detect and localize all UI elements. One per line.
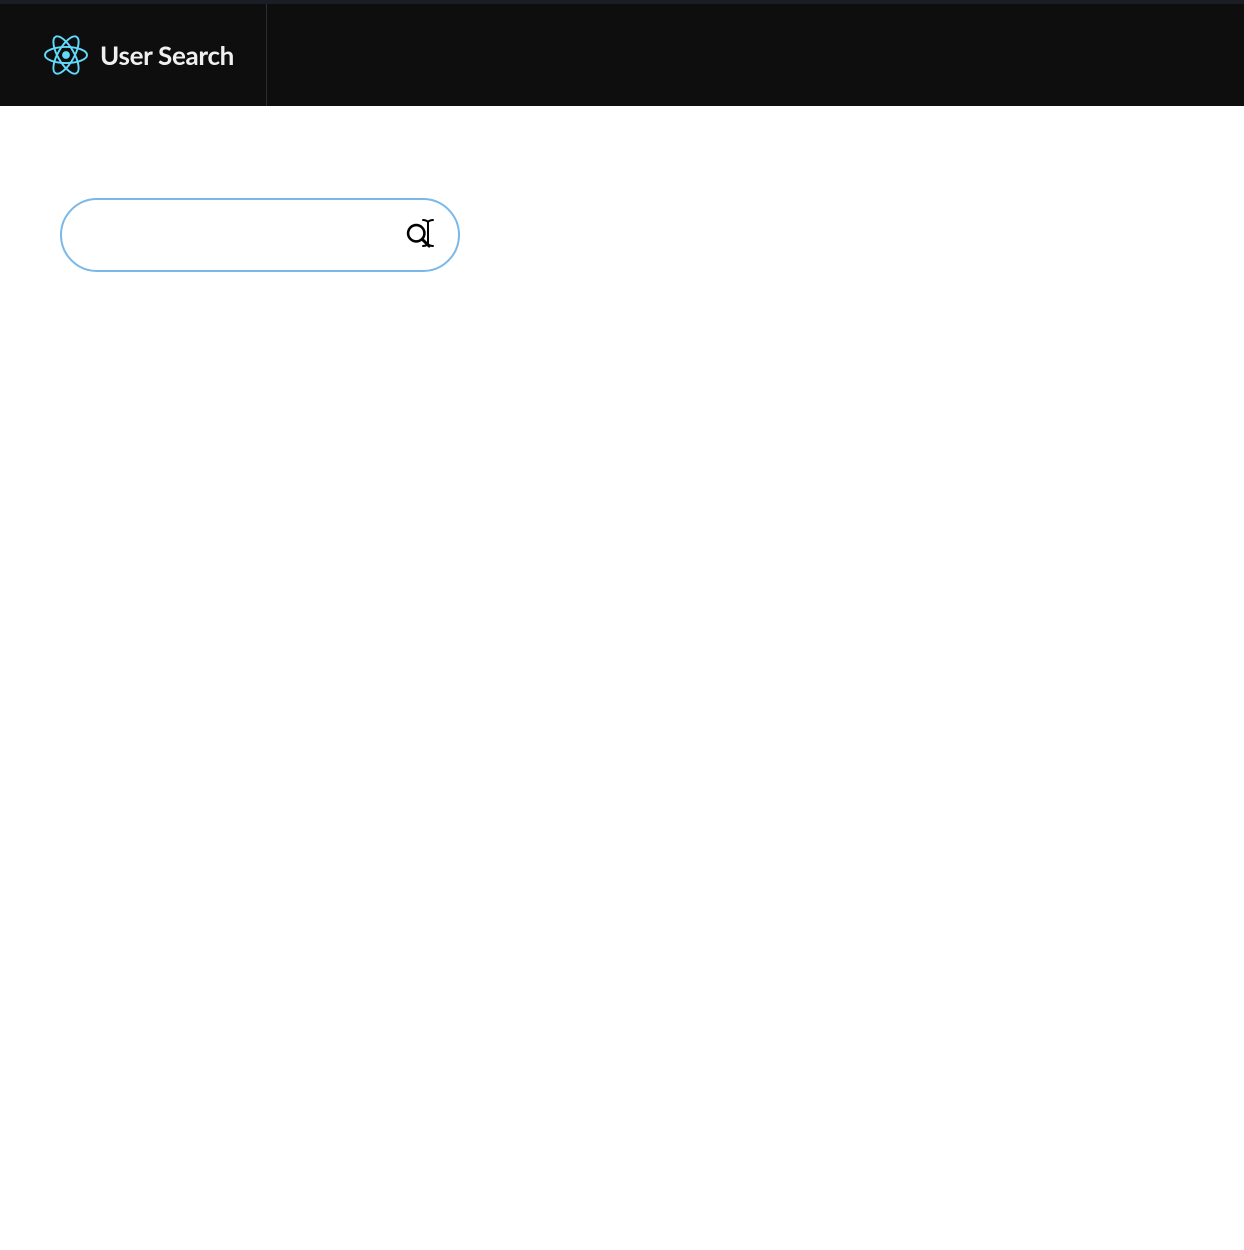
main-content (0, 106, 1244, 1250)
search-input[interactable] (60, 198, 460, 272)
app-title: User Search (100, 39, 234, 71)
react-logo-icon (44, 33, 88, 77)
header-brand: User Search (44, 4, 267, 106)
app-header: User Search (0, 4, 1244, 106)
search-container (60, 198, 460, 272)
